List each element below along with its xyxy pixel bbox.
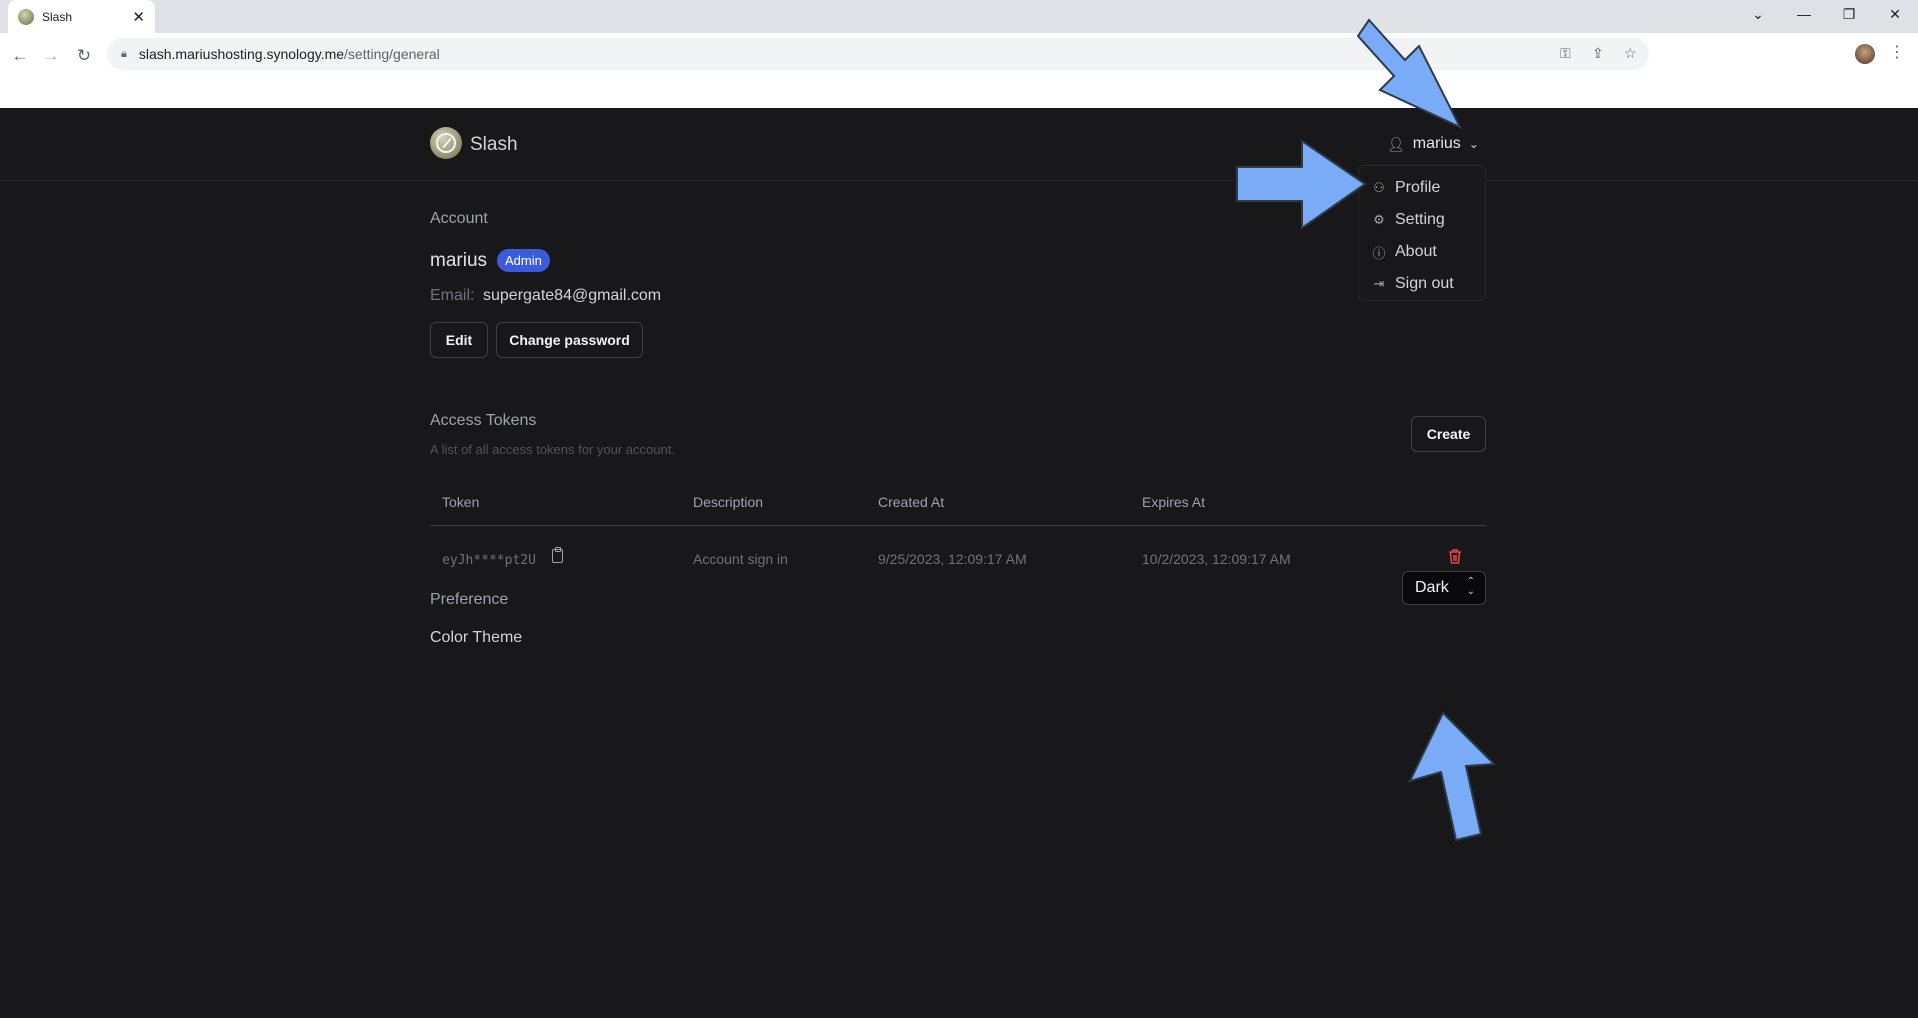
slash-logo-icon[interactable] <box>430 127 462 159</box>
edit-button[interactable]: Edit <box>430 322 488 358</box>
slash-app: Slash 👤︎ marius ⌄ ⚇ Profile ⚙ Setting ⓘ … <box>0 108 1918 1018</box>
minimize-button[interactable]: — <box>1781 0 1827 28</box>
menu-item-label: Sign out <box>1395 275 1454 292</box>
tab-search-chevron-icon[interactable]: ⌄ <box>1735 0 1781 28</box>
url-host: slash.mariushosting.synology.me <box>138 46 345 62</box>
menu-item-label: Profile <box>1395 179 1441 196</box>
column-header-token: Token <box>442 494 480 510</box>
user-menu-trigger[interactable]: 👤︎ marius ⌄ <box>1387 135 1479 153</box>
token-expires-at: 10/2/2023, 12:09:17 AM <box>1142 551 1291 567</box>
forward-arrow-icon[interactable]: → <box>39 44 63 68</box>
admin-badge: Admin <box>497 249 550 272</box>
share-icon[interactable]: ⇪ <box>1592 45 1604 62</box>
color-theme-label: Color Theme <box>430 629 523 646</box>
url-path: /setting/general <box>344 46 440 62</box>
preference-section-title: Preference <box>430 591 509 608</box>
user-dropdown-menu: ⚇ Profile ⚙ Setting ⓘ About ⇥ Sign out <box>1358 165 1486 301</box>
person-icon: 👤︎ <box>1387 135 1405 152</box>
browser-tab[interactable]: Slash ✕ <box>8 0 155 33</box>
column-header-created-at: Created At <box>878 494 945 510</box>
info-icon: ⓘ <box>1372 245 1386 261</box>
back-arrow-icon[interactable]: ← <box>8 44 32 68</box>
column-header-description: Description <box>693 494 764 510</box>
lock-icon: 🔒︎ <box>121 47 127 60</box>
sign-out-icon: ⇥ <box>1373 276 1385 291</box>
brand-name[interactable]: Slash <box>470 134 518 156</box>
tab-title: Slash <box>42 9 73 24</box>
menu-item-profile[interactable]: ⚇ Profile <box>1359 172 1485 204</box>
color-theme-select[interactable]: Dark ⌃ ⌄ <box>1402 571 1486 605</box>
tab-close-icon[interactable]: ✕ <box>132 8 145 26</box>
token-created-at: 9/25/2023, 12:09:17 AM <box>878 551 1027 567</box>
account-section-title: Account <box>430 210 488 227</box>
trash-icon[interactable] <box>1447 548 1463 565</box>
key-icon[interactable]: ⚿ <box>1560 45 1571 62</box>
star-icon[interactable]: ☆ <box>1624 45 1637 62</box>
browser-profile-avatar[interactable] <box>1855 44 1875 64</box>
browser-tab-bar: Slash ✕ ⌄ — ❐ ✕ <box>0 0 1918 33</box>
token-value: eyJh****pt2U <box>442 553 536 568</box>
header-username: marius <box>1412 135 1461 152</box>
create-token-button[interactable]: Create <box>1411 416 1486 452</box>
menu-item-label: Setting <box>1395 211 1445 228</box>
chevron-up-down-icon: ⌃ ⌄ <box>1466 576 1475 597</box>
email-label: Email: <box>430 287 475 304</box>
change-password-button[interactable]: Change password <box>496 322 643 358</box>
account-username: marius <box>430 250 488 271</box>
access-tokens-title: Access Tokens <box>430 412 537 429</box>
reload-icon[interactable]: ↻ <box>72 44 96 68</box>
gear-icon: ⚙ <box>1373 212 1385 227</box>
menu-item-setting[interactable]: ⚙ Setting <box>1359 204 1485 236</box>
email-value: supergate84@gmail.com <box>483 287 662 304</box>
column-header-expires-at: Expires At <box>1142 494 1206 510</box>
copy-icon[interactable] <box>552 547 563 563</box>
menu-item-label: About <box>1395 243 1437 260</box>
browser-menu-icon[interactable]: ⋮ <box>1889 42 1905 62</box>
header-divider <box>0 180 1918 181</box>
color-theme-value: Dark <box>1415 579 1449 596</box>
user-icon: ⚇ <box>1373 180 1385 195</box>
menu-item-about[interactable]: ⓘ About <box>1359 236 1485 268</box>
chevron-down-icon: ⌄ <box>1468 137 1479 151</box>
slash-favicon-icon <box>18 8 34 25</box>
access-tokens-subtitle: A list of all access tokens for your acc… <box>430 442 675 457</box>
menu-item-sign-out[interactable]: ⇥ Sign out <box>1359 268 1485 300</box>
token-description: Account sign in <box>693 551 788 567</box>
close-window-button[interactable]: ✕ <box>1872 0 1918 28</box>
restore-button[interactable]: ❐ <box>1826 0 1872 28</box>
address-bar[interactable]: 🔒︎ slash.mariushosting.synology.me/setti… <box>107 38 1649 70</box>
table-header-divider <box>430 525 1486 526</box>
